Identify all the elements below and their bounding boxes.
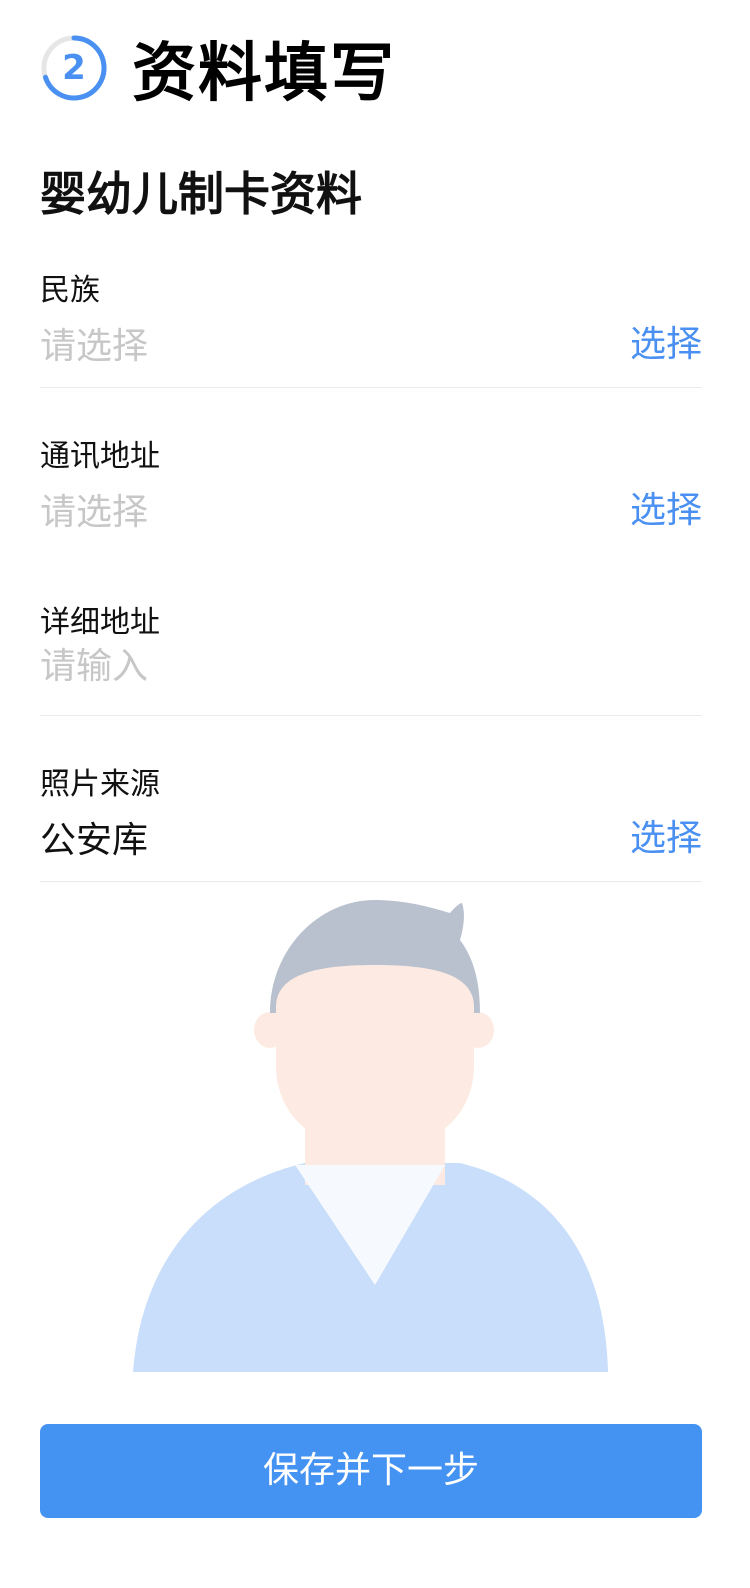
page-header: 2 资料填写: [40, 28, 396, 111]
page: 2 资料填写 婴幼儿制卡资料 民族 请选择 选择 通讯地址 请选择 选择 详细地…: [0, 0, 750, 1588]
save-and-next-button[interactable]: 保存并下一步: [40, 1424, 702, 1518]
section-title: 婴幼儿制卡资料: [40, 167, 362, 221]
photo-source-select-button[interactable]: 选择: [630, 809, 702, 861]
divider: [40, 881, 702, 882]
mailing-address-select-button[interactable]: 选择: [630, 481, 702, 533]
step-progress-icon: 2: [40, 34, 108, 102]
divider: [40, 715, 702, 716]
ethnicity-label: 民族: [40, 273, 100, 308]
photo-source-field[interactable]: 照片来源 公安库 选择: [40, 759, 702, 861]
detailed-address-label: 详细地址: [40, 605, 160, 640]
step-number: 2: [62, 48, 86, 88]
photo-source-value[interactable]: 公安库: [40, 811, 148, 863]
detailed-address-field[interactable]: 详细地址 请输入: [40, 597, 702, 697]
ethnicity-value[interactable]: 请选择: [40, 317, 148, 369]
ethnicity-field[interactable]: 民族 请选择 选择: [40, 265, 702, 367]
divider: [40, 387, 702, 388]
ethnicity-select-button[interactable]: 选择: [630, 315, 702, 367]
person-avatar-icon[interactable]: [130, 895, 610, 1375]
photo-source-label: 照片来源: [40, 767, 160, 802]
detailed-address-input[interactable]: 请输入: [40, 637, 148, 689]
page-title: 资料填写: [132, 37, 396, 111]
mailing-address-value[interactable]: 请选择: [40, 483, 148, 535]
mailing-address-label: 通讯地址: [40, 439, 160, 474]
mailing-address-field[interactable]: 通讯地址 请选择 选择: [40, 431, 702, 533]
